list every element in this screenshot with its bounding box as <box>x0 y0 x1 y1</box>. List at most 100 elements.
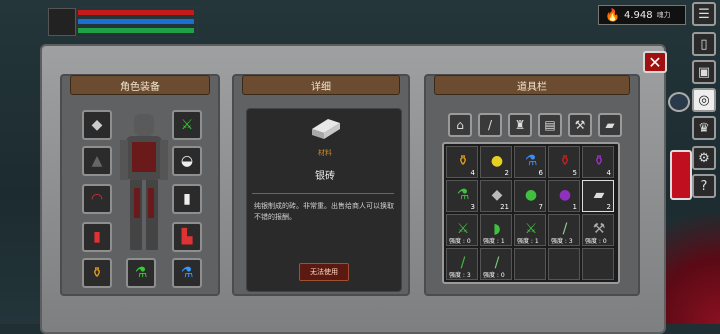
inventory-slot[interactable]: ⚔ 强度 : 0 <box>446 214 478 246</box>
filter-tools-button[interactable]: ⚒ <box>568 113 592 137</box>
inventory-slot[interactable]: / 强度 : 0 <box>480 248 512 280</box>
inventory-slot[interactable]: ⚗ 6 <box>514 146 546 178</box>
inventory-slot-empty[interactable] <box>514 248 546 280</box>
eye-toggle-icon[interactable] <box>668 92 690 112</box>
orange-potion-icon: ⚱ <box>91 265 103 281</box>
document-button[interactable]: ▯ <box>692 32 716 56</box>
crown-icon: ♛ <box>698 120 710 136</box>
item-count: 5 <box>572 169 577 177</box>
close-button[interactable]: ✕ <box>643 51 667 73</box>
silver-plate-icon: ◆ <box>91 117 103 133</box>
use-item-button[interactable]: 无法使用 <box>299 263 349 281</box>
equip-slot-boots[interactable]: ▙ <box>172 222 202 252</box>
health-bar <box>78 10 194 15</box>
inventory-slot[interactable]: ⚱ 4 <box>582 146 614 178</box>
filter-scroll-button[interactable]: ▤ <box>538 113 562 137</box>
equipment-panel-header: 角色装备 <box>70 75 210 95</box>
item-count: 6 <box>538 169 543 177</box>
item-strength: 强度 : 3 <box>449 272 471 279</box>
menu-list-button[interactable]: ☰ <box>692 2 716 26</box>
equip-slot-shoulder[interactable]: ◒ <box>172 146 202 176</box>
equip-slot-potion-3[interactable]: ⚗ <box>172 258 202 288</box>
purple-potion-icon: ⚱ <box>593 153 605 169</box>
player-portrait[interactable] <box>48 8 76 36</box>
yellow-potion-icon: ● <box>490 153 504 169</box>
gloves-icon: ▮ <box>93 229 101 245</box>
knight-character-icon <box>120 114 168 250</box>
equip-slot-weapon[interactable]: ⚔ <box>172 110 202 140</box>
inventory-slot[interactable]: ● 2 <box>480 146 512 178</box>
mana-bar <box>78 19 194 24</box>
inventory-tab-button[interactable]: ▣ <box>692 60 716 84</box>
boots-icon: ▙ <box>181 229 193 245</box>
inventory-slot[interactable]: ● 7 <box>514 180 546 212</box>
item-count: 21 <box>500 203 509 211</box>
detail-title: 详细 <box>311 81 331 93</box>
currency-value: 4.948 <box>623 9 653 21</box>
equip-slot-chest[interactable]: ▮ <box>172 184 202 214</box>
inventory-slot[interactable]: ⚗ 3 <box>446 180 478 212</box>
inventory-slot[interactable]: ⚒ 强度 : 0 <box>582 214 614 246</box>
inventory-slot[interactable]: ⚱ 5 <box>548 146 580 178</box>
item-count: 2 <box>504 169 509 177</box>
question-icon: ? <box>700 178 708 194</box>
filter-armor-button[interactable]: ♜ <box>508 113 532 137</box>
inventory-slot[interactable]: ⚱ 4 <box>446 146 478 178</box>
inventory-slot-empty[interactable] <box>548 248 580 280</box>
filter-material-button[interactable]: ▰ <box>598 113 622 137</box>
crown-button[interactable]: ♛ <box>692 116 716 140</box>
inventory-slot[interactable]: / 强度 : 3 <box>548 214 580 246</box>
item-count: 4 <box>606 169 611 177</box>
help-button[interactable]: ? <box>692 174 716 198</box>
purple-flask-icon: ● <box>558 187 572 203</box>
equip-slot-potion-1[interactable]: ⚱ <box>82 258 112 288</box>
inventory-slot[interactable]: ● 1 <box>548 180 580 212</box>
filter-all-button[interactable]: ⌂ <box>448 113 472 137</box>
inventory-panel-header: 道具栏 <box>434 75 630 95</box>
gear-skill-icon: ◎ <box>698 92 710 108</box>
green-round-flask-icon: ● <box>524 187 538 203</box>
currency-unit: 魂力 <box>656 11 671 19</box>
inventory-slot-empty[interactable] <box>582 248 614 280</box>
inventory-slot[interactable]: ◗ 强度 : 1 <box>480 214 512 246</box>
inventory-slot[interactable]: ◆ 21 <box>480 180 512 212</box>
item-count: 2 <box>606 203 611 211</box>
inventory-slot[interactable]: / 强度 : 3 <box>446 248 478 280</box>
item-strength: 强度 : 0 <box>449 238 471 245</box>
item-strength: 强度 : 1 <box>483 238 505 245</box>
armor-icon: ♜ <box>514 118 526 132</box>
equip-slot-armor-top[interactable]: ◆ <box>82 110 112 140</box>
red-ring-icon: ◠ <box>90 191 104 207</box>
close-icon: ✕ <box>648 52 662 72</box>
soul-currency-display: 🔥 4.948 魂力 <box>598 5 686 25</box>
settings-button[interactable]: ⚙ <box>692 146 716 170</box>
skill-tree-button[interactable]: ◎ <box>692 88 716 112</box>
item-category: 材料 <box>318 149 332 157</box>
hammer-icon: ⚒ <box>574 118 586 132</box>
red-side-tab[interactable] <box>670 150 692 200</box>
sword-icon: / <box>487 118 493 132</box>
equip-slot-potion-2[interactable]: ⚗ <box>126 258 156 288</box>
equip-slot-gloves[interactable]: ▮ <box>82 222 112 252</box>
inventory-slot[interactable]: ⚔ 强度 : 1 <box>514 214 546 246</box>
equip-slot-ring[interactable]: ◠ <box>82 184 112 214</box>
orange-potion-icon: ⚱ <box>457 153 469 169</box>
inventory-slot[interactable]: ▰ 2 <box>582 180 614 212</box>
silver-brick-icon <box>312 119 340 139</box>
blue-potion-icon: ⚗ <box>524 153 538 169</box>
flame-icon: 🔥 <box>605 8 620 22</box>
silver-brick-icon: ▰ <box>593 187 605 203</box>
item-name: 银砖 <box>315 171 335 182</box>
equip-slot-helmet[interactable]: ▲ <box>82 146 112 176</box>
scroll-icon: ▤ <box>544 118 556 132</box>
item-description: 纯银制成的砖。非常重。出售给商人可以换取不错的报酬。 <box>254 202 394 221</box>
helmet-icon: ▲ <box>91 153 103 169</box>
filter-weapon-button[interactable]: / <box>478 113 502 137</box>
item-count: 1 <box>572 203 577 211</box>
item-count: 3 <box>470 203 475 211</box>
item-count: 7 <box>538 203 543 211</box>
basket-icon: ⌂ <box>456 118 464 132</box>
experience-bar <box>78 28 194 33</box>
red-potion-icon: ⚱ <box>559 153 571 169</box>
stone-icon: ◆ <box>491 187 503 203</box>
